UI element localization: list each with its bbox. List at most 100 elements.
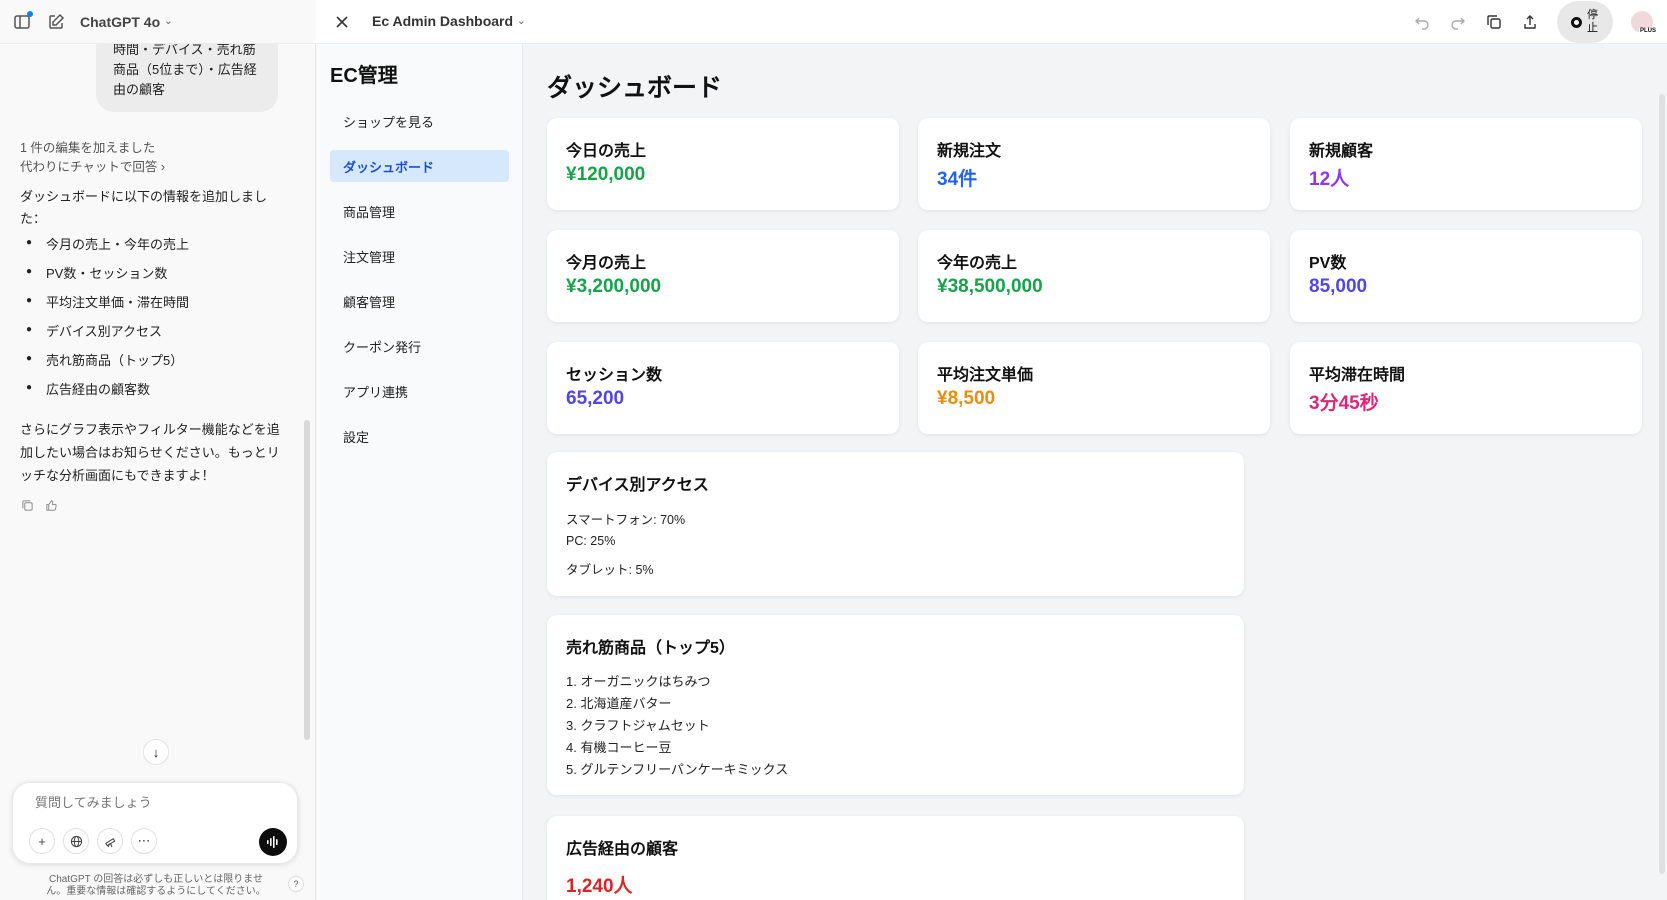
card-label: 広告経由の顧客 <box>566 841 679 858</box>
stat-card: 今日の売上 ¥120,000 <box>547 118 899 210</box>
assistant-intro: ダッシュボードに以下の情報を追加しまし た： <box>20 186 280 230</box>
chat-header: ChatGPT 4o ⌄ <box>0 0 316 44</box>
redo-icon[interactable] <box>1449 13 1467 31</box>
card-label: 今日の売上 <box>566 143 647 160</box>
assistant-closing: さらにグラフ表示やフィルター機能などを追 加したい場合はお知らせください。もっと… <box>20 418 282 487</box>
sidebar-item[interactable]: ショップを見る <box>330 99 509 144</box>
undo-icon[interactable] <box>1413 13 1431 31</box>
stop-label: 停止 <box>1587 9 1598 34</box>
device-list: スマートフォン: 70% PC: 25% タブレット: 5% <box>566 509 685 584</box>
disclaimer-line: ん。重要な情報は確認するようにしてください。 <box>46 886 266 897</box>
message-actions <box>20 498 58 512</box>
avatar[interactable]: PLUS <box>1631 11 1657 34</box>
card-value: ¥120,000 <box>566 164 646 185</box>
disclaimer: ChatGPT の回答は必ずしも正しいとは限りませ ん。重要な情報は確認するよう… <box>40 874 272 898</box>
list-item-text: 広告経由の顧客数 <box>46 382 151 397</box>
assistant-bullet-list: ● 今月の売上・今年の売上 ● PV数・セッション数 ● 平均注文単価・滞在時間 ● デ… <box>26 234 189 408</box>
card-label: 平均注文単価 <box>937 367 1034 384</box>
card-value: ¥8,500 <box>937 388 996 409</box>
stop-icon <box>1571 16 1582 28</box>
card-value: ¥38,500,000 <box>937 276 1043 297</box>
dashboard-scrollbar[interactable] <box>1659 94 1665 874</box>
document-title[interactable]: Ec Admin Dashboard ⌄ <box>372 13 525 29</box>
card-label: 今月の売上 <box>566 255 647 272</box>
card-label: 新規顧客 <box>1309 143 1374 160</box>
assistant-intro-line: た： <box>20 211 47 226</box>
card-label: セッション数 <box>566 367 663 384</box>
edit-note: 1 件の編集を加えました 代わりにチャットで回答 › <box>20 139 165 177</box>
copy-icon[interactable] <box>1485 13 1503 31</box>
notification-dot <box>27 10 33 17</box>
voice-mode-button[interactable] <box>259 828 287 856</box>
list-item: スマートフォン: 70% <box>566 513 686 527</box>
ec-nav: ショップを見るダッシュボード商品管理 注文管理 顧客管理 クーポン発行 アプリ連携 設定 <box>330 99 509 459</box>
close-icon[interactable] <box>332 12 352 32</box>
list-item-text: 今月の売上・今年の売上 <box>46 237 190 252</box>
stat-card: 平均滞在時間 3分45秒 <box>1290 342 1642 434</box>
sidebar-item[interactable]: クーポン発行 <box>330 324 509 369</box>
list-item: ● 広告経由の顧客数 <box>26 379 189 408</box>
stat-card: 新規注文 34件 <box>918 118 1270 210</box>
stat-card: 新規顧客 12人 <box>1290 118 1642 210</box>
copy-icon[interactable] <box>20 498 34 512</box>
card-label: PV数 <box>1309 255 1347 272</box>
list-item-text: デバイス別アクセス <box>46 324 162 339</box>
canvas-topbar: Ec Admin Dashboard ⌄ 停止 PLUS <box>316 0 1667 44</box>
chevron-down-icon: ⌄ <box>164 16 173 27</box>
assistant-closing-line: 加したい場合はお知らせください。もっとリ <box>20 445 280 460</box>
sidebar-item[interactable]: 注文管理 <box>330 234 509 279</box>
message-input[interactable] <box>35 795 235 810</box>
list-item: 5. グルテンフリーパンケーキミックス <box>566 762 789 777</box>
share-icon[interactable] <box>1521 13 1539 31</box>
card-label: 平均滞在時間 <box>1309 367 1406 384</box>
list-item: ● 平均注文単価・滞在時間 <box>26 292 189 321</box>
scroll-down-button[interactable]: ↓ <box>143 739 169 765</box>
card-label: 売れ筋商品（トップ5） <box>566 640 735 657</box>
list-item-text: PV数・セッション数 <box>46 266 168 281</box>
card-value: ¥3,200,000 <box>566 276 662 297</box>
document-title-label: Ec Admin Dashboard <box>372 13 514 29</box>
list-item: タブレット: 5% <box>566 563 654 577</box>
top5-products-card: 売れ筋商品（トップ5） 1. オーガニックはちみつ 2. 北海道産バター 3. … <box>547 615 1244 795</box>
thumbs-up-icon[interactable] <box>44 498 58 512</box>
list-item: 1. オーガニックはちみつ <box>566 674 711 689</box>
sidebar-toggle-icon[interactable] <box>12 10 33 32</box>
plus-icon[interactable]: + <box>29 828 55 854</box>
stat-card: 平均注文単価 ¥8,500 <box>918 342 1270 434</box>
list-item: 4. 有機コーヒー豆 <box>566 740 672 755</box>
sidebar-item[interactable]: 顧客管理 <box>330 279 509 324</box>
telescope-icon[interactable] <box>97 828 123 854</box>
more-options-icon[interactable]: ⋯ <box>131 828 157 854</box>
chat-scrollbar[interactable] <box>304 420 310 740</box>
arrow-down-icon: ↓ <box>152 744 160 760</box>
card-value: 85,000 <box>1309 276 1368 297</box>
ec-sidebar: EC管理 ショップを見るダッシュボード商品管理 注文管理 顧客管理 クーポン発行 アプリ… <box>316 44 523 900</box>
model-selector[interactable]: ChatGPT 4o ⌄ <box>80 14 173 30</box>
top5-list: 1. オーガニックはちみつ 2. 北海道産バター 3. クラフトジャムセット 4… <box>566 671 788 781</box>
new-chat-icon[interactable] <box>46 12 66 32</box>
model-name-label: ChatGPT 4o <box>80 13 161 30</box>
ad-customers-card: 広告経由の顧客 1,240人 <box>547 816 1244 900</box>
help-button[interactable]: ? <box>288 876 304 892</box>
sidebar-item[interactable]: 設定 <box>330 414 509 459</box>
stop-button[interactable]: 停止 <box>1557 1 1613 43</box>
stat-card: 今年の売上 ¥38,500,000 <box>918 230 1270 322</box>
list-item-text: 売れ筋商品（トップ5） <box>46 353 184 368</box>
sidebar-item[interactable]: アプリ連携 <box>330 369 509 414</box>
answer-in-chat-link[interactable]: 代わりにチャットで回答 › <box>20 158 165 177</box>
composer-tools: + ⋯ <box>29 828 157 854</box>
card-label: デバイス別アクセス <box>566 477 709 494</box>
dashboard-main: ダッシュボード 今日の売上 ¥120,000 新規注文 34件 新規顧客 12人 今月の売上… <box>523 44 1667 900</box>
sidebar-item[interactable]: ダッシュボード <box>330 150 509 182</box>
sidebar-item[interactable]: 商品管理 <box>330 189 509 234</box>
list-item: 2. 北海道産バター <box>566 696 672 711</box>
card-label: 新規注文 <box>937 143 1002 160</box>
globe-icon[interactable] <box>63 828 89 854</box>
card-value: 3分45秒 <box>1309 393 1379 414</box>
list-item: 3. クラフトジャムセット <box>566 718 710 733</box>
disclaimer-line: ChatGPT の回答は必ずしも正しいとは限りませ <box>49 874 263 885</box>
stat-card: PV数 85,000 <box>1290 230 1642 322</box>
user-message-line: 由の顧客 <box>113 82 166 97</box>
ec-title: EC管理 <box>330 65 398 87</box>
chevron-down-icon: ⌄ <box>517 15 526 27</box>
